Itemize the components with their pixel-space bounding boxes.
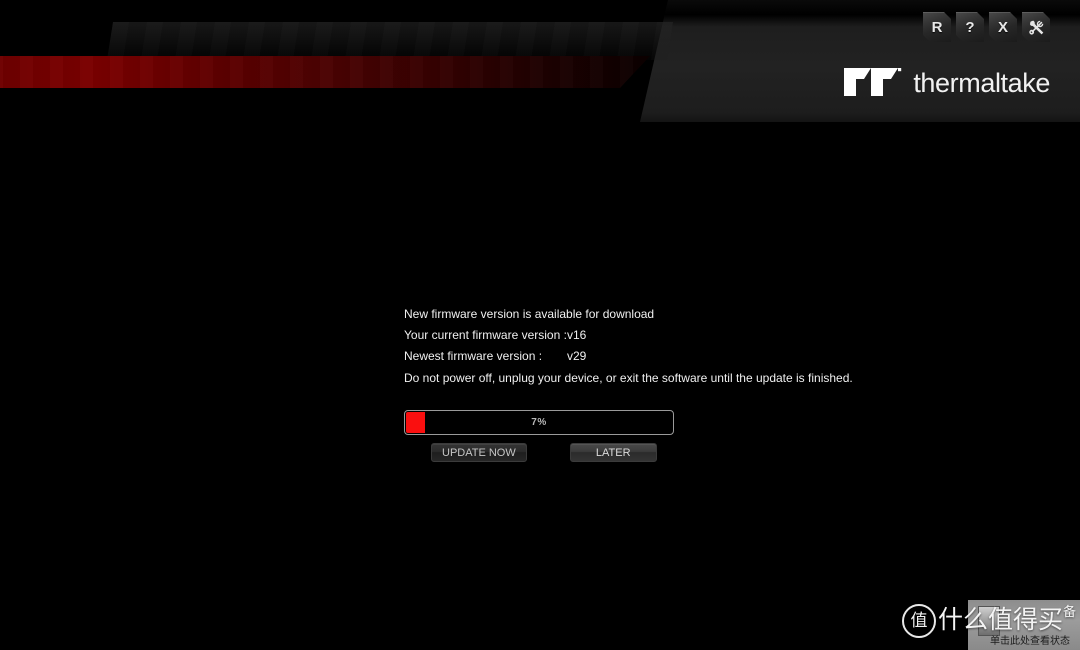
tooltip-device-icon	[978, 606, 1000, 636]
current-version-value: v16	[567, 328, 587, 342]
watermark-label-main: 什么值得买	[938, 605, 1064, 634]
question-mark-icon: ?	[965, 18, 975, 36]
newest-version-row: Newest firmware version : v29	[404, 346, 884, 367]
update-warning-text: Do not power off, unplug your device, or…	[404, 371, 853, 385]
firmware-update-window: R ? X thermaltake New firmware version i…	[0, 0, 1080, 650]
restore-icon: R	[931, 18, 943, 36]
progress-percent-label: 7%	[531, 417, 547, 428]
watermark-label: 什么值得买备	[938, 605, 1077, 634]
current-version-label: Your current firmware version :	[404, 328, 567, 342]
watermark-badge-icon: 值	[902, 604, 936, 638]
smzdm-watermark: 单击此处查看状态 值 什么值得买备	[890, 594, 1080, 650]
newest-version-label: Newest firmware version :	[404, 349, 543, 363]
current-version-row: Your current firmware version : v16	[404, 325, 884, 346]
brand-logo: thermaltake	[844, 64, 1050, 103]
thermaltake-tt-mark-icon	[844, 64, 902, 103]
help-button[interactable]: ?	[956, 12, 984, 42]
watermark-label-tail: 备	[1063, 605, 1077, 620]
header-texture	[106, 22, 674, 60]
update-headline: New firmware version is available for do…	[404, 307, 655, 321]
firmware-update-dialog: New firmware version is available for do…	[404, 304, 884, 462]
newest-version-value: v29	[567, 349, 587, 363]
tooltip-text: 单击此处查看状态	[990, 636, 1070, 647]
close-button[interactable]: X	[989, 12, 1017, 42]
update-now-button[interactable]: UPDATE NOW	[431, 443, 527, 462]
later-button[interactable]: LATER	[569, 443, 657, 462]
header-red-stripe-texture	[0, 56, 650, 88]
wrench-screwdriver-icon	[1028, 19, 1045, 36]
window-controls: R ? X	[923, 12, 1050, 42]
app-header: R ? X thermaltake	[0, 0, 1080, 122]
close-icon: X	[997, 18, 1008, 36]
brand-name: thermaltake	[913, 68, 1050, 98]
dialog-actions: UPDATE NOW LATER	[404, 443, 884, 462]
tools-button[interactable]	[1022, 12, 1050, 42]
tray-tooltip-popup: 单击此处查看状态	[968, 600, 1080, 650]
firmware-progress-bar: 7%	[404, 410, 674, 435]
restore-button[interactable]: R	[923, 12, 951, 42]
